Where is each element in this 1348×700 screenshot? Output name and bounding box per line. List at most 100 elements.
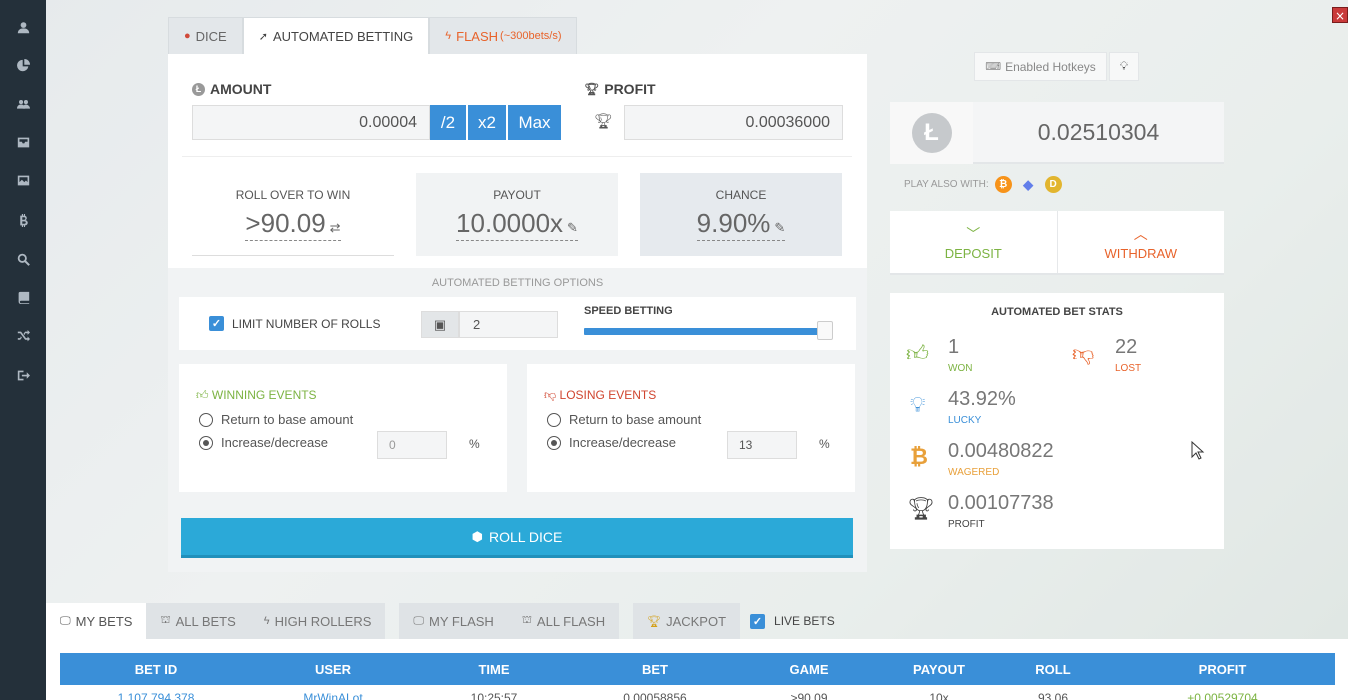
tab-all-flash[interactable]: ⛫ ALL FLASH bbox=[507, 603, 620, 639]
cell-payout: 10x bbox=[929, 691, 949, 700]
tab-gap bbox=[385, 603, 399, 639]
tab-my-flash[interactable]: 🖵︎ MY FLASH bbox=[399, 603, 508, 639]
image-icon[interactable] bbox=[14, 171, 32, 189]
payout-box[interactable]: PAYOUT 10.0000x ✎ bbox=[416, 173, 618, 256]
column-header-time[interactable]: TIME bbox=[414, 653, 574, 685]
lost-value: 22 bbox=[1115, 336, 1138, 358]
double-button[interactable]: x2 bbox=[468, 105, 506, 140]
book-icon[interactable] bbox=[14, 288, 32, 306]
speed-label: SPEED BETTING bbox=[584, 305, 673, 317]
speed-slider-track[interactable] bbox=[584, 328, 831, 335]
chance-box[interactable]: CHANCE 9.90% ✎ bbox=[640, 173, 842, 256]
pie-chart-icon[interactable] bbox=[14, 56, 32, 74]
ethereum-icon[interactable]: ◆ bbox=[1020, 176, 1037, 193]
amount-input[interactable]: 0.00004 bbox=[192, 105, 430, 140]
lost-stat: 22 LOST bbox=[1115, 336, 1141, 374]
lightbulb-button[interactable]: 💡︎ bbox=[1109, 52, 1139, 81]
monitor-icon: 🖵︎ bbox=[60, 614, 71, 627]
winning-return-option[interactable]: Return to base amount bbox=[199, 412, 353, 427]
limit-rolls-checkbox[interactable]: ✓ bbox=[209, 316, 224, 331]
roll-dice-label: ROLL DICE bbox=[488, 528, 563, 545]
balance-box: Ł 0.02510304 bbox=[890, 102, 1224, 164]
winning-return-radio[interactable] bbox=[199, 412, 213, 427]
max-button[interactable]: Max bbox=[508, 105, 561, 140]
column-header-user[interactable]: USER bbox=[252, 653, 414, 685]
chevron-down-icon: ﹀ bbox=[966, 225, 981, 242]
losing-percent-input[interactable]: 13 bbox=[727, 431, 797, 459]
close-icon[interactable]: × bbox=[1332, 7, 1348, 23]
tab-high-rollers[interactable]: ϟ HIGH ROLLERS bbox=[249, 603, 386, 639]
live-bets-toggle[interactable]: ✓ LIVE BETS bbox=[740, 603, 835, 639]
bitcoin-icon[interactable] bbox=[14, 211, 32, 229]
main-panel: Ł AMOUNT 0.00004 /2 x2 Max 🏆︎ PROFIT 🏆︎ … bbox=[168, 54, 867, 572]
enabled-hotkeys-button[interactable]: ⌨ Enabled Hotkeys bbox=[974, 52, 1107, 81]
column-header-game[interactable]: GAME bbox=[736, 653, 882, 685]
table-row[interactable]: 1,107,794,378 MrWinALot 10:25:57 0.00058856… bbox=[60, 691, 1335, 700]
winning-title-wrap: 👍︎ WINNING EVENTS bbox=[196, 388, 317, 403]
left-nav bbox=[0, 0, 46, 700]
sign-out-icon[interactable] bbox=[14, 366, 32, 384]
keyboard-icon: ⌨ bbox=[985, 61, 1002, 73]
payout-label: PAYOUT bbox=[493, 188, 541, 202]
litecoin-icon: Ł bbox=[911, 113, 952, 153]
tab-dice[interactable]: ● DICE bbox=[168, 17, 243, 54]
half-button[interactable]: /2 bbox=[430, 105, 466, 140]
column-header-profit[interactable]: PROFIT bbox=[1110, 653, 1335, 685]
live-bets-checkbox[interactable]: ✓ bbox=[750, 613, 766, 629]
losing-return-option[interactable]: Return to base amount bbox=[547, 412, 701, 427]
amount-value: 0.00004 bbox=[359, 113, 417, 131]
column-header-payout[interactable]: PAYOUT bbox=[882, 653, 996, 685]
dice-icon: ● bbox=[184, 30, 191, 42]
losing-change-option[interactable]: Increase/decrease bbox=[547, 435, 676, 450]
tab-my-bets[interactable]: 🖵︎ MY BETS bbox=[46, 603, 147, 639]
won-value: 1 bbox=[948, 336, 960, 358]
tab-jackpot[interactable]: 🏆︎ JACKPOT bbox=[633, 603, 741, 639]
rolls-input[interactable]: 2 bbox=[459, 311, 558, 338]
deposit-button[interactable]: ﹀ DEPOSIT bbox=[890, 211, 1057, 273]
shuffle-icon[interactable] bbox=[14, 327, 32, 345]
pencil-icon: ✎ bbox=[774, 220, 786, 235]
losing-change-label: Increase/decrease bbox=[569, 435, 676, 450]
winning-change-radio[interactable] bbox=[199, 435, 213, 450]
winning-percent-input[interactable]: 0 bbox=[377, 431, 447, 459]
withdraw-button[interactable]: ︿ WITHDRAW bbox=[1056, 211, 1225, 273]
winning-change-label: Increase/decrease bbox=[221, 435, 328, 450]
tab-flash[interactable]: ϟ FLASH (~300bets/s) bbox=[429, 17, 578, 54]
cell-profit: +0.00529704 bbox=[1187, 691, 1258, 700]
user-icon[interactable] bbox=[14, 18, 32, 36]
tab-automated-label: AUTOMATED BETTING bbox=[272, 28, 414, 44]
roll-dice-button[interactable]: ⬢ ROLL DICE bbox=[181, 518, 853, 558]
inbox-icon[interactable] bbox=[14, 133, 32, 151]
chance-label: CHANCE bbox=[715, 188, 767, 202]
bets-tabs: 🖵︎ MY BETS ⛫ ALL BETS ϟ HIGH ROLLERS 🖵︎ … bbox=[46, 603, 835, 639]
bolt-icon: ϟ bbox=[445, 30, 452, 42]
cell-user[interactable]: MrWinALot bbox=[252, 691, 414, 700]
column-header-roll[interactable]: ROLL bbox=[996, 653, 1110, 685]
limit-rolls-toggle[interactable]: ✓ LIMIT NUMBER OF ROLLS bbox=[209, 316, 380, 331]
column-header-bet[interactable]: BET bbox=[574, 653, 736, 685]
litecoin-area: Ł bbox=[890, 102, 973, 164]
bitcoin-icon[interactable]: ₿ bbox=[994, 176, 1012, 193]
tab-automated-betting[interactable]: ➚ AUTOMATED BETTING bbox=[242, 17, 430, 54]
search-icon[interactable] bbox=[14, 250, 32, 268]
winning-change-option[interactable]: Increase/decrease bbox=[199, 435, 328, 450]
bolt-icon: ϟ bbox=[263, 615, 270, 627]
tab-all-bets[interactable]: ⛫ ALL BETS bbox=[146, 603, 250, 639]
amount-label: AMOUNT bbox=[210, 81, 272, 97]
losing-percent-sign: % bbox=[819, 437, 830, 451]
roll-over-box[interactable]: ROLL OVER TO WIN >90.09 ⇄ bbox=[192, 173, 394, 256]
dogecoin-icon[interactable]: D bbox=[1044, 176, 1062, 193]
payout-value-wrap: 10.0000x ✎ bbox=[456, 208, 578, 241]
column-header-bet-id[interactable]: BET ID bbox=[60, 653, 252, 685]
losing-change-radio[interactable] bbox=[547, 435, 561, 450]
profit-input[interactable]: 0.00036000 bbox=[624, 105, 843, 140]
stats-title: AUTOMATED BET STATS bbox=[991, 306, 1123, 318]
divider bbox=[182, 156, 852, 157]
cell-bet-id[interactable]: 1,107,794,378 bbox=[60, 691, 252, 700]
speed-slider-handle[interactable] bbox=[817, 321, 833, 340]
cell-time: 10:25:57 bbox=[470, 691, 518, 700]
thumbs-down-icon: 👎︎ bbox=[544, 388, 557, 402]
thumbs-up-icon: 👍︎ bbox=[906, 341, 929, 366]
users-icon[interactable] bbox=[14, 95, 32, 113]
losing-return-radio[interactable] bbox=[547, 412, 561, 427]
